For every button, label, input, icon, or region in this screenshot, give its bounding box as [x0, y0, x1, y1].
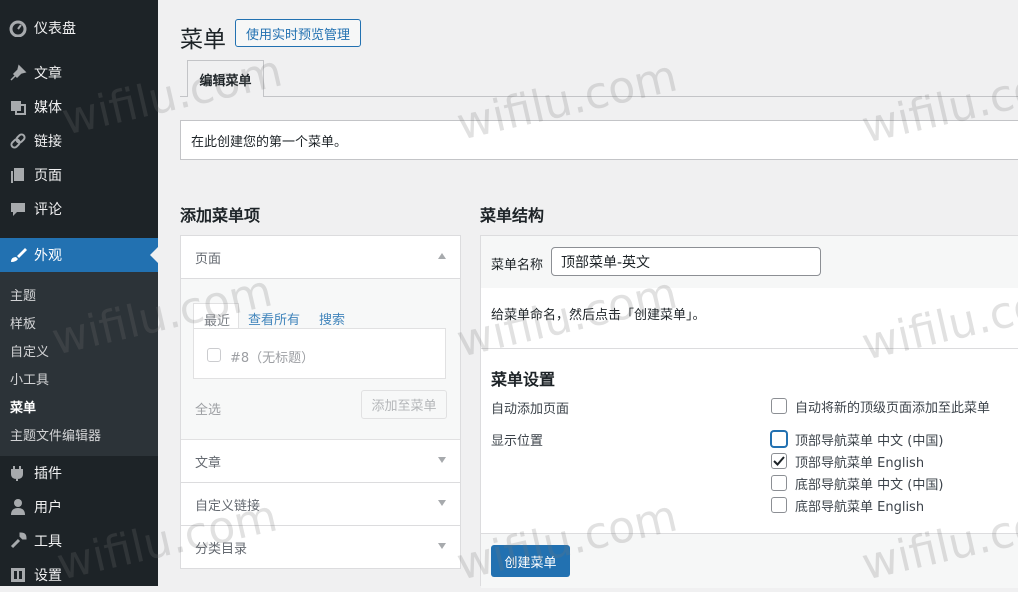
nav-label: 工具 — [34, 534, 62, 550]
auto-add-option-label: 自动将新的顶级页面添加至此菜单 — [795, 400, 991, 416]
create-menu-button[interactable]: 创建菜单 — [491, 545, 570, 577]
submenu-item-menus[interactable]: 菜单 — [10, 397, 36, 416]
page-item-checkbox[interactable] — [207, 348, 221, 362]
divider — [481, 348, 1018, 349]
nav-appearance[interactable]: 外观 — [0, 238, 158, 272]
menu-name-row: 菜单名称 顶部菜单-英文 — [481, 236, 1018, 289]
location-checkbox-checked[interactable] — [771, 453, 787, 469]
section-categories-header[interactable]: 分类目录 — [181, 526, 460, 569]
submenu-item-customize[interactable]: 自定义 — [10, 341, 49, 360]
nav-label: 媒体 — [34, 100, 62, 116]
auto-add-option[interactable]: 自动将新的顶级页面添加至此菜单 — [771, 398, 991, 416]
expand-arrow-icon — [438, 457, 446, 463]
menu-hint-text: 给菜单命名，然后点击「创建菜单」。 — [491, 308, 706, 323]
menu-structure-title: 菜单结构 — [480, 206, 545, 225]
page-icon — [8, 165, 28, 185]
tab-divider — [180, 96, 1018, 97]
nav-links[interactable]: 链接 — [0, 124, 158, 158]
nav-label: 页面 — [34, 168, 62, 184]
submenu-item-theme-editor[interactable]: 主题文件编辑器 — [10, 425, 101, 444]
location-label: 底部导航菜单 English — [795, 499, 925, 515]
media-icon — [8, 97, 28, 117]
nav-label: 插件 — [34, 466, 62, 482]
nav-label: 仪表盘 — [34, 21, 76, 37]
menu-footer: 创建菜单 — [481, 533, 1018, 588]
menu-name-label: 菜单名称 — [491, 258, 544, 273]
section-posts-header[interactable]: 文章 — [181, 440, 460, 483]
display-location-label: 显示位置 — [491, 434, 544, 449]
settings-icon — [8, 565, 28, 585]
location-option[interactable]: 顶部导航菜单 中文 (中国) — [771, 431, 944, 449]
nav-users[interactable]: 用户 — [0, 490, 158, 524]
nav-pages[interactable]: 页面 — [0, 158, 158, 192]
location-checkbox[interactable] — [771, 431, 787, 447]
location-label: 顶部导航菜单 中文 (中国) — [795, 433, 944, 449]
notice-text: 在此创建您的第一个菜单。 — [191, 134, 348, 150]
page-list: #8（无标题） — [193, 328, 446, 379]
admin-sidebar: 仪表盘 文章 媒体 链接 页面 评论 外观 主题 样板 自定义 小工具 菜单 主… — [0, 0, 158, 586]
location-label: 顶部导航菜单 English — [795, 455, 925, 471]
subtab-search[interactable]: 搜索 — [319, 309, 345, 328]
live-preview-button[interactable]: 使用实时预览管理 — [235, 19, 362, 47]
add-menu-items-title: 添加菜单项 — [180, 206, 261, 225]
comment-icon — [8, 199, 28, 219]
location-checkbox[interactable] — [771, 475, 787, 491]
wrench-icon — [8, 531, 28, 551]
select-all-link[interactable]: 全选 — [195, 399, 221, 418]
add-to-menu-button[interactable]: 添加至菜单 — [361, 390, 447, 419]
appearance-submenu: 主题 样板 自定义 小工具 菜单 主题文件编辑器 — [0, 272, 158, 456]
nav-dashboard[interactable]: 仪表盘 — [0, 11, 158, 45]
nav-label: 文章 — [34, 66, 62, 82]
pin-icon — [8, 63, 28, 83]
notice-box: 在此创建您的第一个菜单。 — [180, 120, 1018, 160]
section-label: 页面 — [195, 251, 222, 267]
nav-label: 用户 — [34, 500, 62, 516]
location-checkbox[interactable] — [771, 497, 787, 513]
pages-section-body: 最近 查看所有 搜索 #8（无标题） 全选 添加至菜单 — [181, 279, 460, 440]
location-option[interactable]: 顶部导航菜单 English — [771, 453, 925, 471]
submenu-item-themes[interactable]: 主题 — [10, 285, 36, 304]
nav-comments[interactable]: 评论 — [0, 192, 158, 226]
location-option[interactable]: 底部导航菜单 中文 (中国) — [771, 475, 944, 493]
section-custom-links-header[interactable]: 自定义链接 — [181, 483, 460, 526]
plugin-icon — [8, 463, 28, 483]
auto-add-checkbox[interactable] — [771, 398, 787, 414]
submenu-item-widgets[interactable]: 小工具 — [10, 369, 49, 388]
nav-plugins[interactable]: 插件 — [0, 456, 158, 490]
nav-label: 设置 — [34, 568, 62, 584]
user-icon — [8, 497, 28, 517]
menu-name-input[interactable]: 顶部菜单-英文 — [551, 247, 821, 276]
nav-settings[interactable]: 设置 — [0, 558, 158, 592]
checkmark-icon — [773, 456, 785, 466]
nav-tools[interactable]: 工具 — [0, 524, 158, 558]
section-label: 自定义链接 — [195, 498, 261, 514]
location-option[interactable]: 底部导航菜单 English — [771, 497, 925, 515]
dashboard-icon — [8, 18, 28, 38]
nav-label: 评论 — [34, 202, 62, 218]
subtab-view-all[interactable]: 查看所有 — [248, 309, 300, 328]
link-icon — [8, 131, 28, 151]
section-label: 分类目录 — [195, 542, 248, 557]
page-item-label: #8（无标题） — [230, 351, 315, 366]
menu-structure-panel: 菜单名称 顶部菜单-英文 给菜单命名，然后点击「创建菜单」。 菜单设置 自动添加… — [480, 235, 1018, 588]
menu-settings-title: 菜单设置 — [491, 370, 556, 389]
nav-label: 外观 — [34, 248, 62, 264]
submenu-item-patterns[interactable]: 样板 — [10, 313, 36, 332]
page-title: 菜单 — [180, 27, 226, 53]
brush-icon — [8, 245, 28, 265]
tab-edit-menus[interactable]: 编辑菜单 — [187, 60, 264, 97]
expand-arrow-icon — [438, 543, 446, 549]
nav-posts[interactable]: 文章 — [0, 56, 158, 90]
auto-add-label: 自动添加页面 — [491, 402, 570, 417]
add-menu-items-panel: 页面 最近 查看所有 搜索 #8（无标题） 全选 添加至菜单 文章 自定义链接 … — [180, 235, 461, 569]
menu-name-value: 顶部菜单-英文 — [561, 254, 651, 271]
collapse-arrow-icon — [438, 253, 446, 259]
nav-media[interactable]: 媒体 — [0, 90, 158, 124]
section-pages-header[interactable]: 页面 — [181, 236, 460, 279]
section-label: 文章 — [195, 455, 222, 471]
expand-arrow-icon — [438, 500, 446, 506]
menu-body: 给菜单命名，然后点击「创建菜单」。 菜单设置 自动添加页面 自动将新的顶级页面添… — [481, 288, 1018, 533]
location-label: 底部导航菜单 中文 (中国) — [795, 477, 944, 493]
nav-label: 链接 — [34, 134, 62, 150]
